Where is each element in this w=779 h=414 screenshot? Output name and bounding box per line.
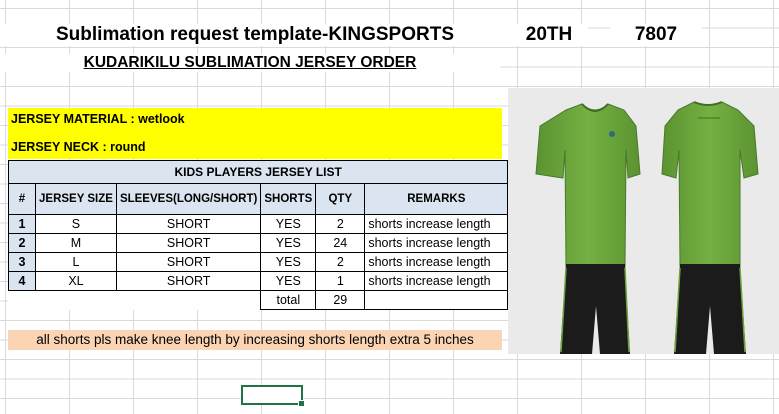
sheet-title: Sublimation request template-KINGSPORTS [0, 24, 510, 46]
cell-size[interactable]: XL [35, 271, 117, 291]
table-header-row: # JERSEY SIZE SLEEVES(LONG/SHORT) SHORTS… [8, 183, 509, 215]
cell-qty[interactable]: 24 [315, 233, 366, 253]
header-shorts: SHORTS [260, 183, 317, 215]
row-num: 3 [8, 252, 36, 272]
cell-size[interactable]: L [35, 252, 117, 272]
cell-sleeves[interactable]: SHORT [115, 214, 262, 234]
header-num: # [8, 183, 36, 215]
cell-qty[interactable]: 1 [315, 271, 366, 291]
header-sleeves: SLEEVES(LONG/SHORT) [115, 183, 262, 215]
cell-size[interactable]: S [35, 214, 117, 234]
jersey-mockup-image [508, 88, 779, 354]
cell-shorts[interactable]: YES [260, 233, 317, 253]
code-cell-b: 7807 [610, 24, 702, 46]
total-label: total [260, 290, 317, 310]
row-num: 2 [8, 233, 36, 253]
cell-shorts[interactable]: YES [260, 252, 317, 272]
cell-shorts[interactable]: YES [260, 214, 317, 234]
cell-sleeves[interactable]: SHORT [115, 233, 262, 253]
table-row: 3 L SHORT YES 2 shorts increase length [8, 252, 509, 272]
cell-size[interactable]: M [35, 233, 117, 253]
jersey-front-icon [535, 103, 641, 354]
row-num: 4 [8, 271, 36, 291]
cell-remarks[interactable]: shorts increase length [364, 271, 509, 291]
selected-cell[interactable] [241, 385, 305, 407]
fill-handle[interactable] [298, 400, 305, 407]
cell-sleeves[interactable]: SHORT [115, 252, 262, 272]
cell-remarks[interactable]: shorts increase length [364, 233, 509, 253]
total-row: total 29 [9, 290, 509, 310]
shorts-note: all shorts pls make knee length by incre… [8, 330, 502, 350]
table-row: 4 XL SHORT YES 1 shorts increase length [8, 271, 509, 291]
material-cell: JERSEY MATERIAL : wetlook [8, 108, 502, 136]
cell-shorts[interactable]: YES [260, 271, 317, 291]
cell-remarks[interactable]: shorts increase length [364, 252, 509, 272]
table-caption: KIDS PLAYERS JERSEY LIST [7, 160, 509, 184]
table-row: 1 S SHORT YES 2 shorts increase length [8, 214, 509, 234]
table-row: 2 M SHORT YES 24 shorts increase length [8, 233, 509, 253]
jersey-back-icon [661, 101, 759, 354]
code-cell-a: 20TH [510, 24, 588, 46]
cell-remarks[interactable]: shorts increase length [364, 214, 509, 234]
neck-cell: JERSEY NECK : round [8, 136, 502, 159]
header-qty: QTY [315, 183, 366, 215]
sheet-subtitle: KUDARIKILU SUBLIMATION JERSEY ORDER [0, 54, 500, 72]
row-num: 1 [8, 214, 36, 234]
header-size: JERSEY SIZE [35, 183, 117, 215]
header-remarks: REMARKS [364, 183, 509, 215]
cell-sleeves[interactable]: SHORT [115, 271, 262, 291]
total-value[interactable]: 29 [315, 290, 366, 310]
cell-qty[interactable]: 2 [315, 252, 366, 272]
players-table: KIDS PLAYERS JERSEY LIST # JERSEY SIZE S… [7, 160, 509, 310]
cell-qty[interactable]: 2 [315, 214, 366, 234]
